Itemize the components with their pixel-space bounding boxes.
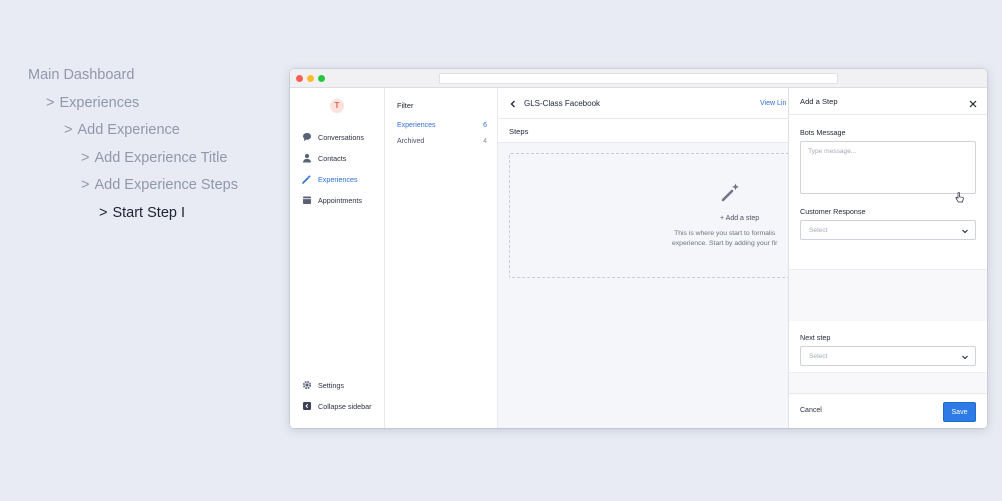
back-button[interactable] (508, 97, 518, 109)
minimize-window-button[interactable] (307, 75, 314, 82)
filter-title: Filter (397, 101, 414, 110)
breadcrumb-label: Start Step I (112, 204, 186, 221)
next-step-select[interactable]: Select (800, 346, 976, 366)
chevron-down-icon (962, 229, 968, 234)
calendar-icon (302, 195, 312, 205)
sidebar-item-label: Contacts (318, 153, 347, 163)
sidebar-item-appointments[interactable]: Appointments (302, 193, 362, 207)
breadcrumb-caret: > (81, 177, 90, 194)
steps-label: Steps (509, 127, 529, 136)
close-panel-button[interactable] (968, 96, 978, 108)
address-bar[interactable] (439, 73, 838, 84)
flow-breadcrumb: Main Dashboard > Experiences > Add Experie… (28, 66, 238, 232)
sidebar-item-label: Conversations (318, 132, 364, 142)
settings-label: Settings (318, 380, 344, 390)
filter-item-archived[interactable]: Archived 4 (397, 138, 487, 148)
hand-cursor-icon (955, 190, 964, 203)
bots-message-label: Bots Message (800, 128, 846, 137)
bots-message-input[interactable] (800, 141, 976, 194)
add-step-panel: Add a Step Bots Message Customer Respons… (788, 88, 987, 428)
panel-footer: Cancel Save (789, 393, 987, 428)
breadcrumb-start-step: > Start Step I (28, 204, 238, 232)
breadcrumb-caret: > (81, 149, 90, 166)
breadcrumb-label: Main Dashboard (28, 67, 135, 83)
panel-header: Add a Step (789, 88, 987, 115)
filter-item-experiences[interactable]: Experiences 6 (397, 122, 487, 132)
filter-item-count: 6 (483, 122, 487, 129)
panel-title: Add a Step (800, 97, 838, 106)
breadcrumb-caret: > (64, 122, 73, 139)
breadcrumb-add-experience: > Add Experience (28, 121, 238, 149)
close-window-button[interactable] (296, 75, 303, 82)
cancel-button[interactable]: Cancel (800, 407, 822, 414)
window-titlebar (290, 69, 987, 88)
sidebar-item-label: Experiences (318, 174, 358, 184)
breadcrumb-caret: > (46, 94, 55, 111)
sidebar: T Conversations Contacts Experiences App… (290, 88, 385, 428)
collapse-sidebar-button[interactable]: Collapse sidebar (302, 399, 372, 413)
select-value: Select (809, 353, 828, 360)
breadcrumb-add-experience-title: > Add Experience Title (28, 149, 238, 177)
next-step-section: Next step Select (789, 321, 987, 373)
breadcrumb-main-dashboard: Main Dashboard (28, 66, 238, 94)
sidebar-item-experiences[interactable]: Experiences (302, 172, 358, 186)
sidebar-item-contacts[interactable]: Contacts (302, 151, 346, 165)
add-step-link[interactable]: + Add a step (720, 215, 759, 222)
filter-item-label: Archived (397, 138, 425, 145)
sidebar-item-label: Appointments (318, 195, 362, 205)
steps-header: Steps (498, 119, 788, 143)
collapse-sidebar-icon (302, 401, 312, 411)
filter-item-label: Experiences (397, 122, 436, 129)
chat-bubble-icon (302, 132, 312, 142)
breadcrumb-add-experience-steps: > Add Experience Steps (28, 176, 238, 204)
maximize-window-button[interactable] (318, 75, 325, 82)
customer-response-select[interactable]: Select (800, 220, 976, 240)
filter-panel: Filter Experiences 6 Archived 4 (385, 88, 498, 428)
next-step-label: Next step (800, 333, 831, 342)
breadcrumb-caret: > (99, 204, 108, 221)
chevron-down-icon (962, 355, 968, 360)
magic-wand-icon (720, 181, 742, 203)
person-icon (302, 153, 312, 163)
magic-wand-icon (302, 174, 312, 184)
gear-icon (302, 380, 312, 390)
view-link[interactable]: View Lin (760, 100, 786, 107)
description-line: This is where you start to formalis (674, 230, 776, 237)
save-button[interactable]: Save (943, 402, 976, 422)
chevron-left-icon (510, 100, 515, 108)
settings-link[interactable]: Settings (302, 378, 344, 392)
breadcrumb-label: Add Experience Title (94, 149, 228, 166)
breadcrumb-label: Add Experience Steps (94, 177, 238, 194)
collapse-sidebar-label: Collapse sidebar (318, 401, 372, 411)
main-content: GLS-Class Facebook View Lin Steps + Add … (498, 88, 788, 428)
customer-response-label: Customer Response (800, 207, 866, 216)
app-logo: T (330, 99, 344, 113)
sidebar-item-conversations[interactable]: Conversations (302, 130, 364, 144)
empty-state-description: This is where you start to formalis expe… (672, 229, 777, 249)
page-title: GLS-Class Facebook (524, 99, 601, 108)
filter-item-count: 4 (483, 138, 487, 145)
breadcrumb-experiences: > Experiences (28, 94, 238, 122)
close-icon (969, 100, 977, 108)
description-line: experience. Start by adding your fir (672, 240, 778, 247)
breadcrumb-label: Add Experience (77, 122, 180, 139)
main-header: GLS-Class Facebook View Lin (498, 88, 788, 119)
breadcrumb-label: Experiences (59, 94, 140, 111)
app-window: T Conversations Contacts Experiences App… (290, 69, 987, 428)
select-value: Select (809, 227, 828, 234)
